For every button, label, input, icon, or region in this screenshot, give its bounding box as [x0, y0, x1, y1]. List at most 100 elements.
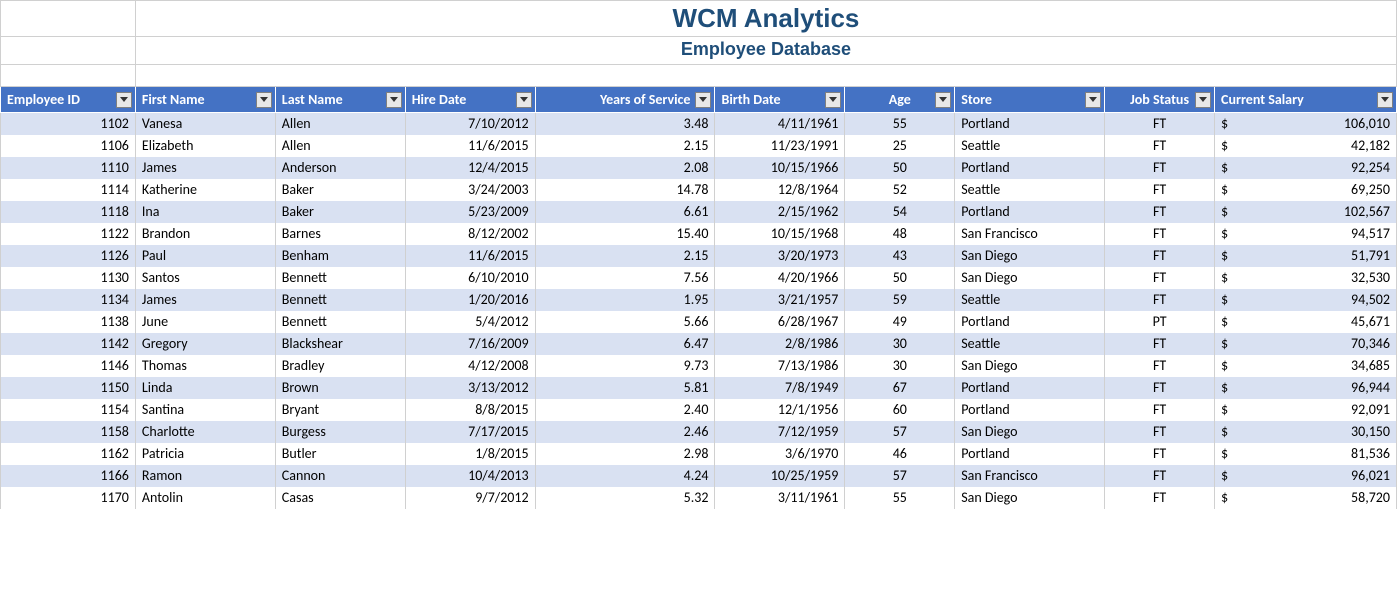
- cell-job-status[interactable]: FT: [1105, 157, 1215, 179]
- filter-dropdown-icon[interactable]: [1195, 92, 1211, 108]
- cell-current-salary[interactable]: $69,250: [1215, 179, 1397, 201]
- cell-last-name[interactable]: Cannon: [275, 465, 405, 487]
- cell-store[interactable]: Portland: [955, 157, 1105, 179]
- cell-first-name[interactable]: Vanesa: [135, 113, 275, 135]
- cell-birth-date[interactable]: 3/11/1961: [715, 487, 845, 509]
- cell-first-name[interactable]: James: [135, 157, 275, 179]
- cell-hire-date[interactable]: 5/23/2009: [405, 201, 535, 223]
- cell-years-of-service[interactable]: 7.56: [535, 267, 715, 289]
- cell-hire-date[interactable]: 9/7/2012: [405, 487, 535, 509]
- cell-first-name[interactable]: Ramon: [135, 465, 275, 487]
- cell-birth-date[interactable]: 4/20/1966: [715, 267, 845, 289]
- cell-hire-date[interactable]: 12/4/2015: [405, 157, 535, 179]
- cell-age[interactable]: 55: [845, 113, 955, 135]
- cell-store[interactable]: San Diego: [955, 487, 1105, 509]
- cell-years-of-service[interactable]: 5.66: [535, 311, 715, 333]
- cell-store[interactable]: Portland: [955, 377, 1105, 399]
- cell-first-name[interactable]: Paul: [135, 245, 275, 267]
- cell-years-of-service[interactable]: 3.48: [535, 113, 715, 135]
- cell-current-salary[interactable]: $102,567: [1215, 201, 1397, 223]
- cell-job-status[interactable]: FT: [1105, 289, 1215, 311]
- cell-age[interactable]: 57: [845, 421, 955, 443]
- cell-first-name[interactable]: Elizabeth: [135, 135, 275, 157]
- cell-first-name[interactable]: Santina: [135, 399, 275, 421]
- cell-age[interactable]: 30: [845, 355, 955, 377]
- cell-years-of-service[interactable]: 5.81: [535, 377, 715, 399]
- cell-employee-id[interactable]: 1138: [1, 311, 136, 333]
- cell-years-of-service[interactable]: 6.47: [535, 333, 715, 355]
- cell-birth-date[interactable]: 12/8/1964: [715, 179, 845, 201]
- cell-years-of-service[interactable]: 2.40: [535, 399, 715, 421]
- cell-job-status[interactable]: FT: [1105, 333, 1215, 355]
- cell-employee-id[interactable]: 1146: [1, 355, 136, 377]
- cell-years-of-service[interactable]: 1.95: [535, 289, 715, 311]
- cell-last-name[interactable]: Baker: [275, 179, 405, 201]
- cell-hire-date[interactable]: 11/6/2015: [405, 245, 535, 267]
- cell-age[interactable]: 30: [845, 333, 955, 355]
- cell-employee-id[interactable]: 1130: [1, 267, 136, 289]
- cell-store[interactable]: Portland: [955, 443, 1105, 465]
- cell-current-salary[interactable]: $96,021: [1215, 465, 1397, 487]
- cell-age[interactable]: 50: [845, 267, 955, 289]
- cell-hire-date[interactable]: 1/20/2016: [405, 289, 535, 311]
- cell-birth-date[interactable]: 7/13/1986: [715, 355, 845, 377]
- cell-age[interactable]: 46: [845, 443, 955, 465]
- cell-age[interactable]: 52: [845, 179, 955, 201]
- cell-years-of-service[interactable]: 2.46: [535, 421, 715, 443]
- cell-hire-date[interactable]: 3/24/2003: [405, 179, 535, 201]
- cell-age[interactable]: 57: [845, 465, 955, 487]
- cell-age[interactable]: 67: [845, 377, 955, 399]
- cell-job-status[interactable]: FT: [1105, 377, 1215, 399]
- cell-age[interactable]: 43: [845, 245, 955, 267]
- cell-birth-date[interactable]: 11/23/1991: [715, 135, 845, 157]
- cell-current-salary[interactable]: $34,685: [1215, 355, 1397, 377]
- cell-current-salary[interactable]: $45,671: [1215, 311, 1397, 333]
- filter-dropdown-icon[interactable]: [1085, 92, 1101, 108]
- cell-employee-id[interactable]: 1118: [1, 201, 136, 223]
- cell-years-of-service[interactable]: 5.32: [535, 487, 715, 509]
- column-header-salary[interactable]: Current Salary: [1215, 87, 1397, 113]
- cell-hire-date[interactable]: 5/4/2012: [405, 311, 535, 333]
- cell-store[interactable]: San Diego: [955, 421, 1105, 443]
- cell-current-salary[interactable]: $106,010: [1215, 113, 1397, 135]
- cell-birth-date[interactable]: 3/20/1973: [715, 245, 845, 267]
- cell-first-name[interactable]: June: [135, 311, 275, 333]
- cell-birth-date[interactable]: 7/12/1959: [715, 421, 845, 443]
- column-header-store[interactable]: Store: [955, 87, 1105, 113]
- cell-employee-id[interactable]: 1150: [1, 377, 136, 399]
- cell-last-name[interactable]: Burgess: [275, 421, 405, 443]
- cell-hire-date[interactable]: 3/13/2012: [405, 377, 535, 399]
- cell-job-status[interactable]: FT: [1105, 267, 1215, 289]
- cell-employee-id[interactable]: 1134: [1, 289, 136, 311]
- cell-hire-date[interactable]: 8/8/2015: [405, 399, 535, 421]
- cell-birth-date[interactable]: 6/28/1967: [715, 311, 845, 333]
- cell-first-name[interactable]: Charlotte: [135, 421, 275, 443]
- cell-current-salary[interactable]: $96,944: [1215, 377, 1397, 399]
- cell-current-salary[interactable]: $94,502: [1215, 289, 1397, 311]
- cell-last-name[interactable]: Bennett: [275, 311, 405, 333]
- blank-cell[interactable]: [1, 65, 136, 87]
- column-header-first[interactable]: First Name: [135, 87, 275, 113]
- cell-age[interactable]: 54: [845, 201, 955, 223]
- cell-current-salary[interactable]: $81,536: [1215, 443, 1397, 465]
- cell-store[interactable]: San Diego: [955, 267, 1105, 289]
- cell-hire-date[interactable]: 6/10/2010: [405, 267, 535, 289]
- cell-hire-date[interactable]: 11/6/2015: [405, 135, 535, 157]
- cell-last-name[interactable]: Blackshear: [275, 333, 405, 355]
- cell-last-name[interactable]: Benham: [275, 245, 405, 267]
- cell-hire-date[interactable]: 7/17/2015: [405, 421, 535, 443]
- cell-last-name[interactable]: Butler: [275, 443, 405, 465]
- cell-first-name[interactable]: Katherine: [135, 179, 275, 201]
- cell-last-name[interactable]: Casas: [275, 487, 405, 509]
- filter-dropdown-icon[interactable]: [935, 92, 951, 108]
- column-header-last[interactable]: Last Name: [275, 87, 405, 113]
- cell-employee-id[interactable]: 1166: [1, 465, 136, 487]
- cell-first-name[interactable]: Santos: [135, 267, 275, 289]
- cell-last-name[interactable]: Baker: [275, 201, 405, 223]
- cell-years-of-service[interactable]: 15.40: [535, 223, 715, 245]
- cell-job-status[interactable]: FT: [1105, 421, 1215, 443]
- cell-job-status[interactable]: FT: [1105, 443, 1215, 465]
- column-header-age[interactable]: Age: [845, 87, 955, 113]
- cell-years-of-service[interactable]: 2.98: [535, 443, 715, 465]
- cell-years-of-service[interactable]: 6.61: [535, 201, 715, 223]
